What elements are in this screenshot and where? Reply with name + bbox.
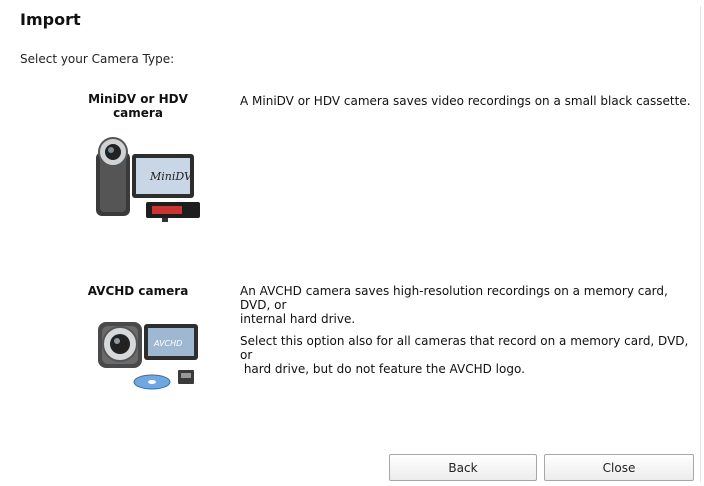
import-dialog: Import Select your Camera Type: MiniDV o… [6,6,701,482]
back-button[interactable]: Back [389,454,537,481]
option-minidv-name: MiniDV or HDV camera [78,92,198,120]
option-avchd[interactable]: AVCHD camera An AVCHD camera saves high-… [6,282,700,402]
option-minidv[interactable]: MiniDV or HDV camera A MiniDV or HDV cam… [6,88,700,258]
option-avchd-description-line1: An AVCHD camera saves high-resolution re… [240,284,668,312]
avchd-screen-label: AVCHD [153,339,182,348]
option-minidv-description: A MiniDV or HDV camera saves video recor… [240,94,691,108]
camera-type-prompt: Select your Camera Type: [20,52,175,66]
minidv-camera-icon: MiniDV [96,137,200,222]
close-button[interactable]: Close [544,454,694,481]
option-minidv-name-line1: MiniDV or HDV [88,92,188,106]
option-minidv-name-line2: camera [113,106,163,120]
option-avchd-description-line2: internal hard drive. [240,312,356,326]
avchd-camera-icon: AVCHD [98,322,198,390]
option-avchd-name: AVCHD camera [87,284,189,298]
option-avchd-note-line1: Select this option also for all cameras … [240,334,689,362]
page-title: Import [20,10,81,29]
option-avchd-note-line2: hard drive, but do not feature the AVCHD… [240,362,525,376]
option-avchd-description: An AVCHD camera saves high-resolution re… [240,284,700,326]
option-avchd-note: Select this option also for all cameras … [240,334,700,376]
minidv-screen-label: MiniDV [149,170,193,183]
